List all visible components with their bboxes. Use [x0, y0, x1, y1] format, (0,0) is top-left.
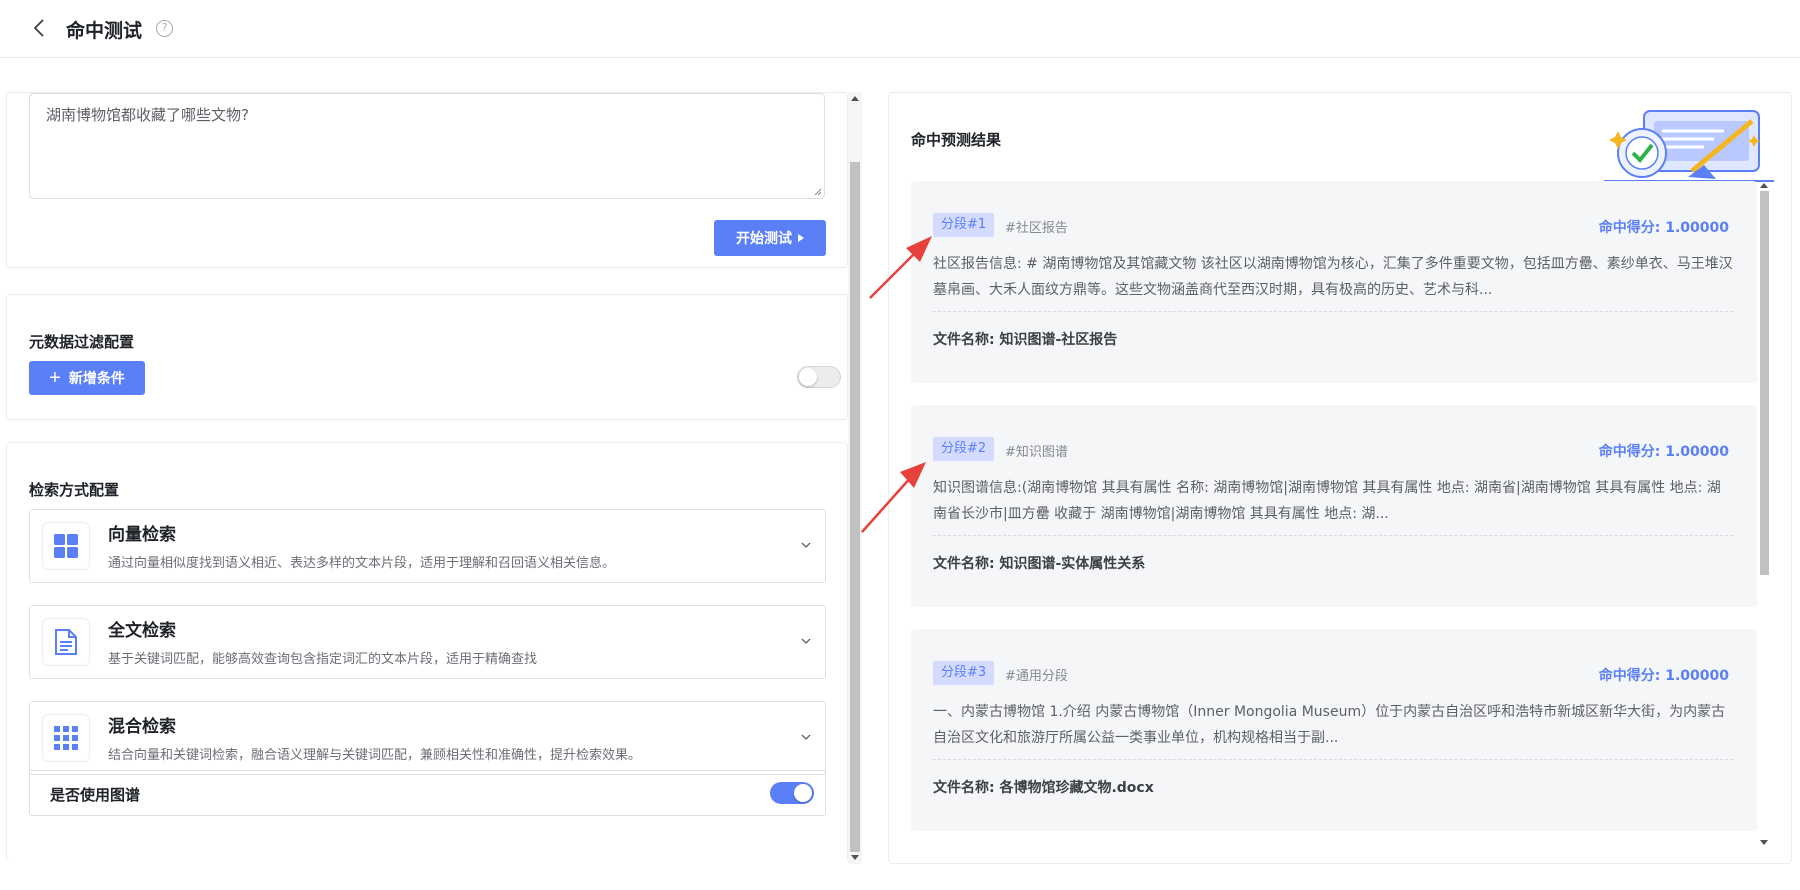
start-test-label: 开始测试	[736, 230, 792, 246]
test-illustration-icon	[1604, 110, 1774, 182]
metadata-filter-toggle[interactable]	[797, 366, 841, 388]
scroll-down-icon[interactable]	[851, 855, 859, 860]
segment-tag: 分段#1	[933, 213, 995, 237]
hit-score: 命中得分: 1.00000	[1598, 444, 1729, 460]
method-fulltext-search[interactable]: 全文检索 基于关键词匹配，能够高效查询包含指定词汇的文本片段，适用于精确查找	[29, 605, 826, 679]
back-arrow-icon[interactable]	[28, 16, 52, 40]
method-title: 向量检索	[108, 525, 176, 545]
method-desc: 结合向量和关键词检索，融合语义理解与关键词匹配，兼顾相关性和准确性，提升检索效果…	[108, 748, 642, 763]
segment-tag: 分段#2	[933, 437, 995, 461]
file-name: 文件名称: 各博物馆珍藏文物.docx	[933, 780, 1154, 796]
help-icon[interactable]: ?	[156, 20, 173, 37]
metadata-filter-panel: 元数据过滤配置 + 新增条件	[6, 294, 848, 420]
hit-score: 命中得分: 1.00000	[1598, 668, 1729, 684]
divider	[933, 311, 1733, 312]
use-graph-label: 是否使用图谱	[50, 786, 141, 804]
results-scrollbar[interactable]	[1757, 179, 1771, 849]
play-icon	[798, 234, 804, 242]
method-title: 混合检索	[108, 717, 176, 737]
segment-text: 知识图谱信息:(湖南博物馆 其具有属性 名称: 湖南博物馆|湖南博物馆 其具有属…	[933, 480, 1721, 522]
scroll-up-icon[interactable]	[1760, 183, 1768, 188]
scrollbar-thumb[interactable]	[1760, 191, 1769, 575]
toggle-knob	[794, 784, 812, 802]
metadata-filter-title: 元数据过滤配置	[29, 333, 135, 351]
segment-hash: #社区报告	[1005, 221, 1068, 236]
method-title: 全文检索	[108, 621, 176, 641]
toggle-knob	[799, 368, 817, 386]
file-name: 文件名称: 知识图谱-实体属性关系	[933, 556, 1146, 572]
retrieval-config-title: 检索方式配置	[29, 481, 120, 499]
grid-icon	[42, 522, 90, 570]
left-config-column: 湖南博物馆都收藏了哪些文物? 开始测试 元数据过滤配置 + 新增条件 检索方式配…	[0, 92, 850, 862]
results-list: 分段#1 #社区报告 命中得分: 1.00000 社区报告信息: # 湖南博物馆…	[911, 181, 1757, 851]
method-desc: 通过向量相似度找到语义相近、表达多样的文本片段，适用于理解和召回语义相关信息。	[108, 556, 616, 571]
result-card[interactable]: 分段#3 #通用分段 命中得分: 1.00000 一、内蒙古博物馆 1.介绍 内…	[911, 629, 1757, 831]
chevron-down-icon	[801, 734, 811, 740]
annotation-arrow-icon	[861, 462, 926, 533]
method-vector-search[interactable]: 向量检索 通过向量相似度找到语义相近、表达多样的文本片段，适用于理解和召回语义相…	[29, 509, 826, 583]
retrieval-config-panel: 检索方式配置 向量检索 通过向量相似度找到语义相近、表达多样的文本片段，适用于理…	[6, 442, 848, 862]
annotation-arrow-icon	[869, 236, 932, 299]
segment-hash: #知识图谱	[1005, 445, 1068, 460]
add-condition-label: 新增条件	[68, 370, 125, 386]
start-test-button[interactable]: 开始测试	[714, 220, 826, 256]
query-panel: 湖南博物馆都收藏了哪些文物? 开始测试	[6, 92, 848, 268]
use-graph-toggle[interactable]	[770, 782, 814, 804]
result-card[interactable]: 分段#1 #社区报告 命中得分: 1.00000 社区报告信息: # 湖南博物馆…	[911, 181, 1757, 383]
chevron-down-icon	[801, 542, 811, 548]
segment-text: 一、内蒙古博物馆 1.介绍 内蒙古博物馆（Inner Mongolia Muse…	[933, 704, 1726, 746]
segment-text: 社区报告信息: # 湖南博物馆及其馆藏文物 该社区以湖南博物馆为核心，汇集了多件…	[933, 256, 1733, 298]
results-panel: 命中预测结果 分段#1 #社区报告 命中得分: 1.00000 社区报告信息: …	[888, 92, 1792, 864]
results-title: 命中预测结果	[911, 131, 1002, 149]
dots-grid-icon	[42, 714, 90, 762]
method-hybrid-search[interactable]: 混合检索 结合向量和关键词检索，融合语义理解与关键词匹配，兼顾相关性和准确性，提…	[29, 701, 826, 775]
page-title: 命中测试	[66, 20, 143, 42]
chevron-down-icon	[801, 638, 811, 644]
query-textarea[interactable]: 湖南博物馆都收藏了哪些文物?	[29, 93, 825, 199]
segment-tag: 分段#3	[933, 661, 995, 685]
divider	[933, 535, 1733, 536]
document-icon	[42, 618, 90, 666]
add-condition-button[interactable]: + 新增条件	[29, 361, 145, 395]
resize-grip-icon[interactable]	[812, 186, 822, 196]
method-desc: 基于关键词匹配，能够高效查询包含指定词汇的文本片段，适用于精确查找	[108, 652, 538, 667]
divider	[933, 759, 1733, 760]
hit-score: 命中得分: 1.00000	[1598, 220, 1729, 236]
use-graph-row: 是否使用图谱	[29, 770, 826, 816]
file-name: 文件名称: 知识图谱-社区报告	[933, 332, 1118, 348]
query-text: 湖南博物馆都收藏了哪些文物?	[46, 106, 249, 124]
result-card[interactable]: 分段#2 #知识图谱 命中得分: 1.00000 知识图谱信息:(湖南博物馆 其…	[911, 405, 1757, 607]
page-header: 命中测试 ?	[0, 0, 1800, 58]
scroll-down-icon[interactable]	[1760, 840, 1768, 845]
scroll-up-icon[interactable]	[851, 96, 859, 101]
plus-icon: +	[49, 367, 61, 389]
segment-hash: #通用分段	[1005, 669, 1068, 684]
